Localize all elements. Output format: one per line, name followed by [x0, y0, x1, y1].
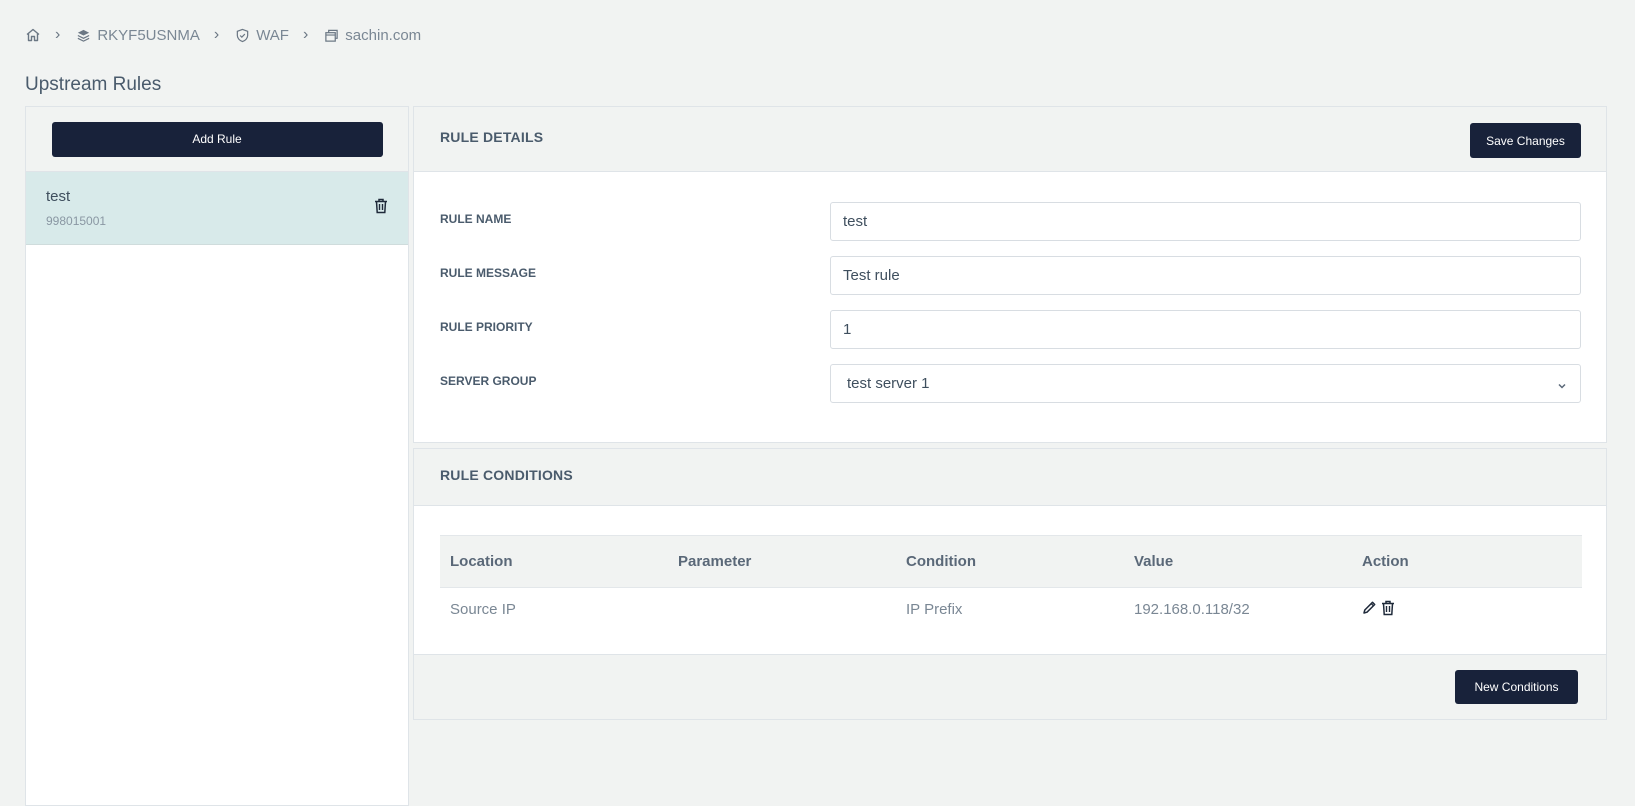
rule-conditions-footer: New Conditions: [414, 654, 1606, 719]
cell-value: 192.168.0.118/32: [1134, 601, 1250, 619]
rule-name-input[interactable]: test: [830, 202, 1581, 241]
rule-list-panel: Add Rule test 998015001: [25, 106, 409, 806]
rule-item-name: test: [46, 188, 71, 205]
window-icon: [324, 28, 339, 43]
page-title: Upstream Rules: [25, 74, 162, 95]
cell-condition: IP Prefix: [906, 601, 963, 619]
rule-item-id: 998015001: [46, 214, 107, 228]
trash-icon[interactable]: [374, 198, 388, 219]
breadcrumb-separator: ›: [213, 26, 220, 43]
column-header-action: Action: [1352, 535, 1582, 588]
shield-check-icon: [235, 28, 250, 43]
rule-details-title: RULE DETAILS: [440, 129, 544, 145]
server-group-row: SERVER GROUP test server 1: [440, 364, 1581, 404]
rule-conditions-card: RULE CONDITIONS Location Parameter Condi…: [413, 448, 1607, 720]
home-icon[interactable]: [25, 27, 41, 43]
rule-message-input[interactable]: Test rule: [830, 256, 1581, 295]
rule-details-header: RULE DETAILS Save Changes: [414, 107, 1606, 172]
breadcrumb-account-label: RKYF5USNMA: [97, 26, 200, 44]
cell-location: Source IP: [450, 601, 516, 619]
rule-priority-row: RULE PRIORITY 1: [440, 310, 1581, 350]
table-row: Source IP IP Prefix 192.168.0.118/32: [440, 588, 1582, 632]
rule-details-card: RULE DETAILS Save Changes RULE NAME test…: [413, 106, 1607, 443]
breadcrumb-separator: ›: [55, 26, 61, 43]
rule-list-item[interactable]: test 998015001: [26, 172, 408, 245]
pencil-icon[interactable]: [1362, 600, 1377, 619]
server-group-select[interactable]: test server 1: [830, 364, 1581, 403]
add-rule-button[interactable]: Add Rule: [51, 121, 383, 157]
breadcrumb-waf[interactable]: WAF: [235, 27, 289, 44]
rule-priority-input[interactable]: 1: [830, 310, 1581, 349]
conditions-table: Location Parameter Condition Value Actio…: [440, 535, 1582, 632]
trash-icon[interactable]: [1381, 600, 1395, 620]
column-header-value: Value: [1124, 535, 1352, 588]
rule-list-header: Add Rule: [26, 107, 408, 172]
column-header-location: Location: [440, 535, 668, 588]
breadcrumb: › RKYF5USNMA › WAF › sachin.com: [25, 24, 421, 46]
breadcrumb-domain[interactable]: sachin.com: [324, 27, 421, 44]
cell-parameter: [668, 588, 896, 632]
breadcrumb-domain-label: sachin.com: [345, 26, 422, 44]
new-conditions-button[interactable]: New Conditions: [1455, 670, 1578, 704]
breadcrumb-waf-label: WAF: [256, 26, 289, 44]
server-group-label: SERVER GROUP: [440, 374, 537, 388]
layers-icon: [76, 28, 91, 43]
rule-conditions-title: RULE CONDITIONS: [440, 467, 573, 483]
save-changes-button[interactable]: Save Changes: [1470, 123, 1581, 158]
rule-message-row: RULE MESSAGE Test rule: [440, 256, 1581, 296]
rule-name-row: RULE NAME test: [440, 202, 1581, 242]
server-group-value: test server 1: [847, 375, 930, 392]
column-header-condition: Condition: [896, 535, 1124, 588]
cell-action: [1352, 588, 1582, 632]
breadcrumb-separator: ›: [302, 26, 309, 43]
rule-priority-label: RULE PRIORITY: [440, 320, 533, 334]
column-header-parameter: Parameter: [668, 535, 896, 588]
table-header-row: Location Parameter Condition Value Actio…: [440, 535, 1582, 588]
rule-message-label: RULE MESSAGE: [440, 266, 537, 280]
rule-conditions-header: RULE CONDITIONS: [414, 449, 1606, 506]
chevron-down-icon: [1556, 379, 1568, 396]
breadcrumb-account[interactable]: RKYF5USNMA: [76, 27, 200, 44]
rule-name-label: RULE NAME: [440, 212, 512, 226]
